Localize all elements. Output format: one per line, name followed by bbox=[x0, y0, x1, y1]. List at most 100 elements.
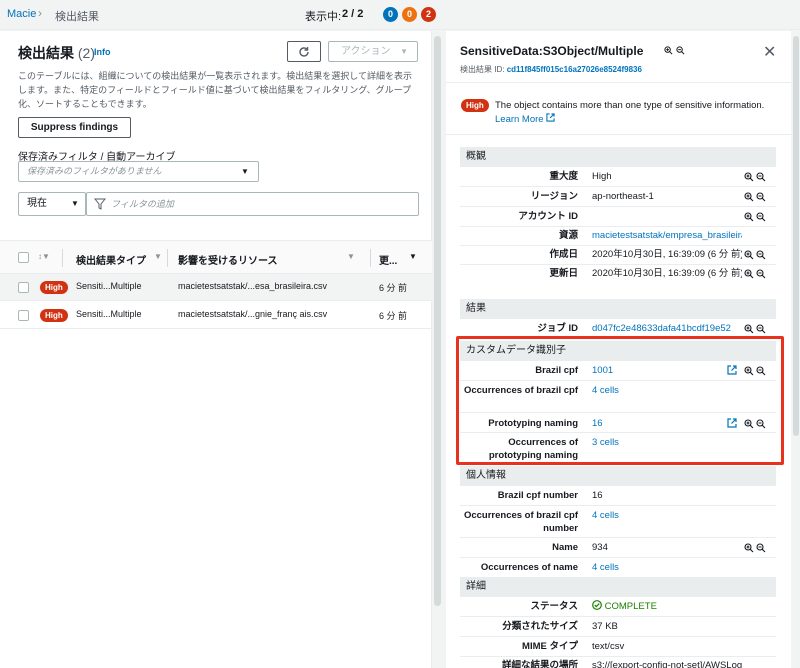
status-label: ステータス bbox=[530, 601, 578, 612]
divider bbox=[460, 245, 776, 246]
showing-label: 表示中: bbox=[305, 11, 342, 23]
job-id-label: ジョブ ID bbox=[537, 323, 578, 334]
list-title: 検出結果 (2) bbox=[18, 45, 96, 61]
occurrences-cpf-number-label: Occurrences of brazil cpf number bbox=[463, 510, 578, 534]
mime-type-label: MIME タイプ bbox=[522, 641, 578, 652]
row-resource: macietestsatstak/...gnie_franç ais.csv bbox=[178, 309, 328, 319]
close-icon[interactable]: ✕ bbox=[763, 42, 776, 62]
right-scrollbar[interactable] bbox=[793, 36, 799, 436]
sort-icon[interactable]: ▼ bbox=[347, 252, 355, 261]
column-resource[interactable]: 影響を受けるリソース bbox=[178, 252, 278, 267]
filter-input[interactable]: フィルタの追加 bbox=[86, 192, 419, 216]
left-scrollbar[interactable] bbox=[434, 36, 441, 606]
zoom-in-icon[interactable] bbox=[664, 46, 673, 55]
status-ok-icon bbox=[592, 600, 602, 610]
row-updated: 6 分 前 bbox=[379, 311, 408, 321]
filter-zoom-icons[interactable] bbox=[744, 172, 768, 182]
findings-list-panel: 検出結果 (2) Info アクション ▼ このテーブルには、組織についての検出結… bbox=[0, 31, 432, 668]
row-checkbox[interactable] bbox=[18, 310, 29, 321]
row-updated: 6 分 前 bbox=[379, 283, 408, 293]
occurrences-name-label: Occurrences of name bbox=[480, 562, 578, 573]
resource-value[interactable]: macietestsatstak/empresa_brasileira.csv bbox=[592, 229, 742, 242]
divider bbox=[460, 537, 776, 538]
classified-size-label: 分類されたサイズ bbox=[502, 621, 578, 632]
alert-severity-badge: High bbox=[461, 99, 489, 112]
mime-type-value: text/csv bbox=[592, 641, 625, 652]
breadcrumb-separator-icon: › bbox=[38, 6, 42, 20]
column-type[interactable]: 検出結果タイプ bbox=[76, 252, 146, 267]
refresh-button[interactable] bbox=[287, 41, 321, 62]
row-checkbox[interactable] bbox=[18, 282, 29, 293]
actions-dropdown[interactable]: アクション ▼ bbox=[328, 41, 418, 62]
column-divider bbox=[62, 249, 63, 267]
detail-title: SensitiveData:S3Object/Multiple bbox=[460, 44, 644, 58]
sort-desc-icon[interactable]: ▼ bbox=[409, 252, 417, 261]
divider bbox=[446, 82, 791, 83]
caret-down-icon: ▼ bbox=[400, 47, 408, 56]
job-id-link[interactable]: d047fc2e48633dafa41bcdf19e52 bbox=[592, 322, 742, 335]
divider bbox=[460, 636, 776, 637]
refresh-icon bbox=[299, 47, 309, 57]
column-divider bbox=[370, 249, 371, 267]
alert-text: The object contains more than one type o… bbox=[495, 100, 765, 125]
finding-id-link[interactable]: cd11f845ff015c16a27026e8524f9836 bbox=[507, 65, 642, 74]
filter-zoom-icons[interactable] bbox=[744, 250, 768, 260]
suppress-findings-button[interactable]: Suppress findings bbox=[18, 117, 131, 138]
select-all-checkbox[interactable] bbox=[18, 252, 29, 263]
detailed-results-label: 詳細な結果の場所 bbox=[501, 660, 578, 668]
resource-label: 資源 bbox=[558, 230, 578, 241]
zoom-out-icon[interactable] bbox=[676, 46, 685, 55]
filter-zoom-icons[interactable] bbox=[744, 324, 768, 334]
divider bbox=[460, 616, 776, 617]
learn-more-link[interactable]: Learn More bbox=[495, 114, 544, 125]
severity-badge: High bbox=[40, 309, 68, 322]
divider bbox=[460, 206, 776, 207]
list-description: このテーブルには、組織についての検出結果が一覧表示されます。検出結果を選択して詳… bbox=[18, 71, 413, 109]
current-select[interactable]: 現在 ▼ bbox=[18, 192, 86, 216]
saved-filter-select[interactable]: 保存済みのフィルタがありません ▼ bbox=[18, 161, 259, 182]
table-row[interactable]: High Sensiti...Multiple macietestsatstak… bbox=[0, 302, 432, 329]
column-updated[interactable]: 更... bbox=[379, 252, 397, 267]
occurrences-cpf-number-value[interactable]: 4 cells bbox=[592, 509, 742, 522]
divider bbox=[460, 505, 776, 506]
count-medium-badge[interactable]: 0 bbox=[402, 7, 417, 22]
filter-zoom-icons[interactable] bbox=[744, 269, 768, 279]
details-header: 詳細 bbox=[460, 577, 776, 597]
divider bbox=[460, 186, 776, 187]
updated-at-label: 更新日 bbox=[549, 268, 578, 279]
count-high-badge[interactable]: 2 bbox=[421, 7, 436, 22]
table-header: ↕▼ 検出結果タイプ ▼ 影響を受けるリソース ▼ 更... ▼ bbox=[0, 240, 432, 274]
divider bbox=[460, 656, 776, 657]
sort-icon[interactable]: ▼ bbox=[154, 252, 162, 261]
finding-id: 検出結果 ID: cd11f845ff015c16a27026e8524f983… bbox=[460, 65, 642, 74]
filter-zoom-icons[interactable] bbox=[744, 543, 768, 553]
showing-value: 2 / 2 bbox=[342, 8, 364, 20]
severity-badge: High bbox=[40, 281, 68, 294]
created-at-value: 2020年10月30日, 16:39:09 (6 分 前) bbox=[592, 249, 742, 260]
highlight-box bbox=[456, 336, 784, 465]
result-header: 結果 bbox=[460, 299, 776, 319]
info-link[interactable]: Info bbox=[94, 47, 111, 57]
divider bbox=[460, 557, 776, 558]
top-bar: Macie › 検出結果 表示中: 2 / 2 0 0 2 bbox=[0, 0, 800, 30]
count-low-badge[interactable]: 0 bbox=[383, 7, 398, 22]
severity-value: High bbox=[592, 171, 612, 182]
breadcrumb-macie[interactable]: Macie bbox=[7, 8, 36, 20]
divider bbox=[446, 134, 791, 135]
occurrences-name-value[interactable]: 4 cells bbox=[592, 561, 742, 574]
account-id-label: アカウント ID bbox=[518, 211, 578, 222]
external-link-icon[interactable] bbox=[546, 113, 555, 122]
brazil-cpf-number-value: 16 bbox=[592, 490, 603, 501]
row-type: Sensiti...Multiple bbox=[76, 281, 142, 291]
filter-zoom-icons[interactable] bbox=[744, 192, 768, 202]
created-at-label: 作成日 bbox=[549, 249, 578, 260]
divider bbox=[460, 264, 776, 265]
list-count: (2) bbox=[77, 45, 96, 61]
status-value: COMPLETE bbox=[592, 600, 742, 613]
row-resource: macietestsatstak/...esa_brasileira.csv bbox=[178, 281, 328, 291]
filter-zoom-icons[interactable] bbox=[744, 212, 768, 222]
region-label: リージョン bbox=[530, 191, 578, 202]
severity-sort-icon[interactable]: ↕▼ bbox=[38, 252, 50, 261]
breadcrumb-current: 検出結果 bbox=[55, 11, 99, 23]
table-row[interactable]: High Sensiti...Multiple macietestsatstak… bbox=[0, 274, 432, 301]
